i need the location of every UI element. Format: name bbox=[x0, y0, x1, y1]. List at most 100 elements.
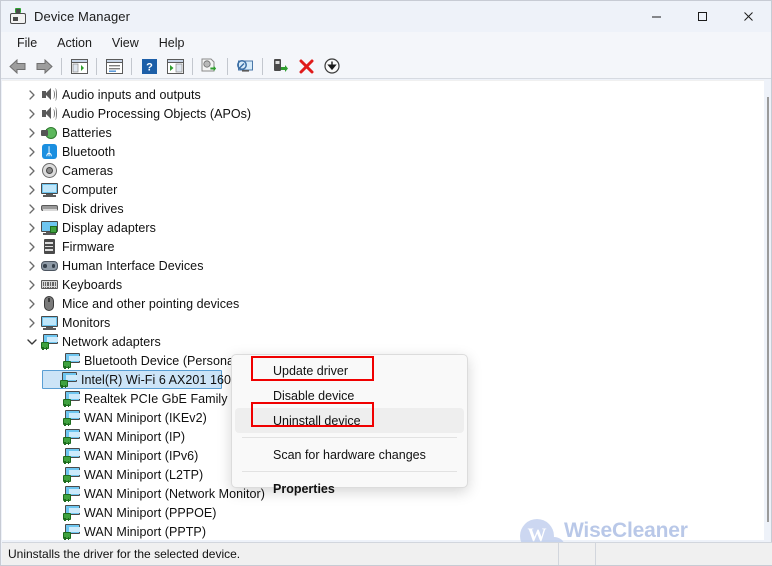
network-adapter-icon bbox=[59, 372, 77, 388]
chevron-right-icon[interactable] bbox=[24, 241, 39, 252]
menu-bar: File Action View Help bbox=[1, 32, 771, 54]
tree-node-icon-wrap bbox=[61, 391, 81, 407]
tree-node-icon-wrap bbox=[39, 296, 59, 311]
gamepad-icon bbox=[40, 259, 58, 272]
update-driver-icon[interactable] bbox=[197, 55, 223, 77]
maximize-button[interactable] bbox=[679, 1, 725, 32]
menu-view[interactable]: View bbox=[102, 34, 149, 52]
tree-node-label: WAN Miniport (L2TP) bbox=[84, 467, 204, 482]
chevron-down-icon[interactable] bbox=[24, 338, 39, 346]
tree-node-icon-wrap bbox=[39, 107, 59, 120]
tree-node-label: Computer bbox=[62, 182, 118, 197]
tree-node-label: Batteries bbox=[62, 125, 112, 140]
tree-row[interactable]: WAN Miniport (IP) bbox=[46, 427, 185, 446]
chevron-right-icon[interactable] bbox=[24, 127, 39, 138]
chevron-right-icon[interactable] bbox=[24, 317, 39, 328]
tree-row[interactable]: Display adapters bbox=[24, 218, 156, 237]
network-adapter-icon bbox=[62, 391, 80, 407]
network-adapter-icon bbox=[62, 524, 80, 540]
menu-file[interactable]: File bbox=[7, 34, 47, 52]
help-question-icon[interactable]: ? bbox=[136, 55, 162, 77]
tree-node-label: Audio Processing Objects (APOs) bbox=[62, 106, 252, 121]
tree-row[interactable]: WAN Miniport (L2TP) bbox=[46, 465, 203, 484]
context-menu-item-uninstall-device[interactable]: Uninstall device bbox=[235, 408, 464, 433]
chevron-right-icon[interactable] bbox=[24, 89, 39, 100]
properties-icon[interactable] bbox=[101, 55, 127, 77]
scan-hardware-icon[interactable] bbox=[232, 55, 258, 77]
chevron-right-icon[interactable] bbox=[24, 165, 39, 176]
battery-icon bbox=[40, 126, 58, 140]
tree-row[interactable]: WAN Miniport (PPPOE) bbox=[46, 503, 217, 522]
tree-row[interactable]: ᛦ Bluetooth bbox=[24, 142, 115, 161]
tree-node-icon-wrap bbox=[39, 259, 59, 272]
context-menu[interactable]: Update driver Disable device Uninstall dev… bbox=[231, 354, 468, 496]
context-menu-item-update-driver[interactable]: Update driver bbox=[235, 358, 464, 383]
pane-splitter[interactable] bbox=[764, 80, 771, 540]
tree-node-icon-wrap bbox=[61, 524, 81, 540]
toolbar-separator bbox=[227, 57, 228, 75]
tree-row[interactable]: Computer bbox=[24, 180, 117, 199]
tree-node-label: Intel(R) Wi-Fi 6 AX201 160MHz bbox=[81, 372, 257, 387]
tree-node-icon-wrap bbox=[61, 505, 81, 521]
chevron-right-icon[interactable] bbox=[24, 279, 39, 290]
red-x-icon[interactable] bbox=[293, 55, 319, 77]
down-arrow-circle-icon[interactable] bbox=[319, 55, 345, 77]
toolbar-separator bbox=[96, 57, 97, 75]
tree-node-label: Monitors bbox=[62, 315, 111, 330]
tree-node-icon-wrap bbox=[39, 182, 59, 197]
chevron-right-icon[interactable] bbox=[24, 146, 39, 157]
close-button[interactable] bbox=[725, 1, 771, 32]
chevron-right-icon[interactable] bbox=[24, 298, 39, 309]
context-menu-item-properties[interactable]: Properties bbox=[235, 476, 464, 501]
tree-node-icon-wrap bbox=[61, 467, 81, 483]
tree-row-selected[interactable]: Intel(R) Wi-Fi 6 AX201 160MHz bbox=[42, 370, 257, 389]
tree-node-label: WAN Miniport (IPv6) bbox=[84, 448, 199, 463]
network-adapter-icon bbox=[40, 334, 58, 350]
chevron-right-icon[interactable] bbox=[24, 108, 39, 119]
chevron-right-icon[interactable] bbox=[24, 203, 39, 214]
tree-row[interactable]: Human Interface Devices bbox=[24, 256, 204, 275]
chevron-right-icon[interactable] bbox=[24, 184, 39, 195]
tree-node-label: Disk drives bbox=[62, 201, 124, 216]
tree-row[interactable]: Cameras bbox=[24, 161, 113, 180]
tree-node-icon-wrap bbox=[61, 353, 81, 369]
tree-row[interactable]: Network adapters bbox=[24, 332, 161, 351]
tree-row[interactable]: WAN Miniport (IPv6) bbox=[46, 446, 198, 465]
tree-node-icon-wrap bbox=[61, 410, 81, 426]
tree-node-label: Firmware bbox=[62, 239, 115, 254]
forward-button[interactable] bbox=[31, 55, 57, 77]
tree-row[interactable]: Disk drives bbox=[24, 199, 124, 218]
tree-row[interactable]: Audio inputs and outputs bbox=[24, 85, 201, 104]
tree-row[interactable]: Batteries bbox=[24, 123, 112, 142]
device-manager-window: Device Manager File Action View Help ? A… bbox=[0, 0, 772, 566]
tree-row[interactable]: Firmware bbox=[24, 237, 114, 256]
tree-row[interactable]: WAN Miniport (IKEv2) bbox=[46, 408, 207, 427]
enable-device-icon[interactable] bbox=[267, 55, 293, 77]
tree-node-icon-wrap bbox=[39, 88, 59, 101]
network-adapter-icon bbox=[62, 505, 80, 521]
tree-node-icon-wrap bbox=[58, 372, 78, 388]
tree-row[interactable]: Keyboards bbox=[24, 275, 122, 294]
chevron-right-icon[interactable] bbox=[24, 260, 39, 271]
tree-node-label: Audio inputs and outputs bbox=[62, 87, 201, 102]
tree-node-icon-wrap bbox=[39, 126, 59, 140]
back-button[interactable] bbox=[5, 55, 31, 77]
network-adapter-icon bbox=[62, 410, 80, 426]
tree-row[interactable]: WAN Miniport (PPTP) bbox=[46, 522, 206, 540]
minimize-button[interactable] bbox=[633, 1, 679, 32]
network-adapter-icon bbox=[62, 486, 80, 502]
chevron-right-icon[interactable] bbox=[24, 222, 39, 233]
tree-node-label: Mice and other pointing devices bbox=[62, 296, 240, 311]
title-bar: Device Manager bbox=[1, 1, 771, 32]
context-menu-item-disable-device[interactable]: Disable device bbox=[235, 383, 464, 408]
tree-row[interactable]: Monitors bbox=[24, 313, 110, 332]
toolbar-separator bbox=[192, 57, 193, 75]
menu-action[interactable]: Action bbox=[47, 34, 102, 52]
action-pane-icon[interactable] bbox=[162, 55, 188, 77]
context-menu-item-scan-for-hardware-changes[interactable]: Scan for hardware changes bbox=[235, 442, 464, 467]
tree-row[interactable]: Mice and other pointing devices bbox=[24, 294, 239, 313]
menu-help[interactable]: Help bbox=[149, 34, 195, 52]
console-tree-icon[interactable] bbox=[66, 55, 92, 77]
tree-row[interactable]: Audio Processing Objects (APOs) bbox=[24, 104, 251, 123]
camera-icon bbox=[41, 163, 57, 178]
